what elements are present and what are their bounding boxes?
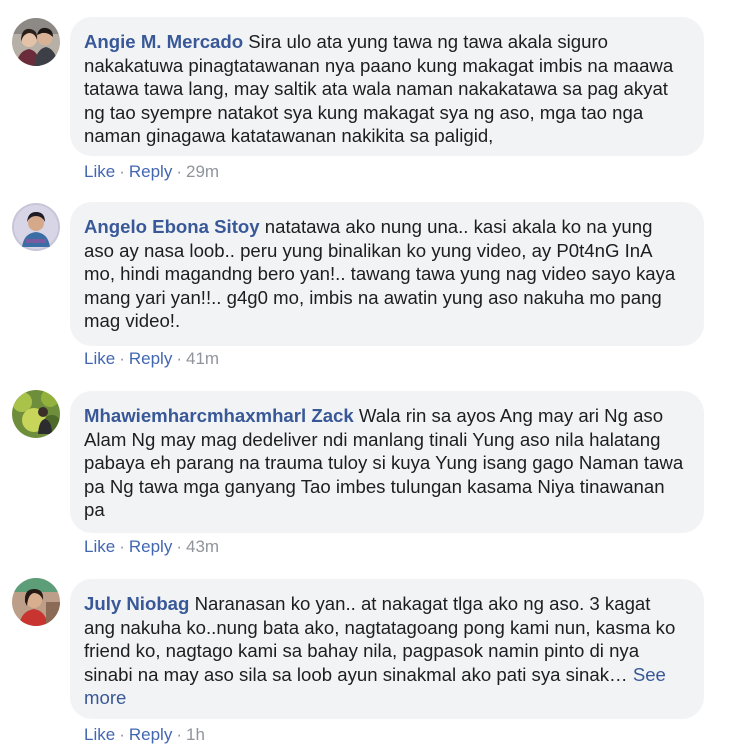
reply-button[interactable]: Reply	[129, 537, 172, 556]
separator: ·	[176, 349, 182, 368]
comment-actions: Like · Reply · 41m	[84, 349, 219, 369]
comment-bubble: July Niobag Naranasan ko yan.. at nakaga…	[70, 579, 704, 719]
avatar[interactable]	[12, 390, 60, 438]
comment-timestamp[interactable]: 43m	[186, 537, 219, 556]
separator: ·	[176, 162, 182, 181]
comment-bubble: Mhawiemharcmhaxmharl Zack Wala rin sa ay…	[70, 391, 704, 533]
like-button[interactable]: Like	[84, 537, 115, 556]
avatar[interactable]	[12, 203, 60, 251]
separator: ·	[119, 537, 125, 556]
separator: ·	[176, 537, 182, 556]
comment-timestamp[interactable]: 29m	[186, 162, 219, 181]
reply-button[interactable]: Reply	[129, 725, 172, 744]
like-button[interactable]: Like	[84, 162, 115, 181]
reply-button[interactable]: Reply	[129, 162, 172, 181]
comment-author[interactable]: Mhawiemharcmhaxmharl Zack	[84, 405, 354, 426]
comment-actions: Like · Reply · 1h	[84, 725, 205, 745]
separator: ·	[176, 725, 182, 744]
comment-actions: Like · Reply · 29m	[84, 162, 219, 182]
comment-timestamp[interactable]: 41m	[186, 349, 219, 368]
reply-button[interactable]: Reply	[129, 349, 172, 368]
avatar[interactable]	[12, 18, 60, 66]
separator: ·	[119, 162, 125, 181]
comment-author[interactable]: Angie M. Mercado	[84, 31, 243, 52]
separator: ·	[119, 349, 125, 368]
like-button[interactable]: Like	[84, 349, 115, 368]
comment-author[interactable]: Angelo Ebona Sitoy	[84, 216, 260, 237]
comment-actions: Like · Reply · 43m	[84, 537, 219, 557]
comment-bubble: Angie M. Mercado Sira ulo ata yung tawa …	[70, 17, 704, 156]
avatar[interactable]	[12, 578, 60, 626]
like-button[interactable]: Like	[84, 725, 115, 744]
comment-bubble: Angelo Ebona Sitoy natatawa ako nung una…	[70, 202, 704, 346]
comment-thread: Angie M. Mercado Sira ulo ata yung tawa …	[0, 0, 750, 752]
comment-timestamp[interactable]: 1h	[186, 725, 205, 744]
separator: ·	[119, 725, 125, 744]
comment-author[interactable]: July Niobag	[84, 593, 189, 614]
